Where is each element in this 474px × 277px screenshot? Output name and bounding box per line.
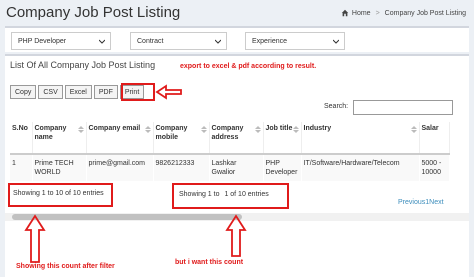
column-header-label: Job title xyxy=(265,125,293,132)
column-header-salary[interactable]: Salar xyxy=(419,122,450,155)
filter-bar: PHP Developer Contract Experience xyxy=(5,26,469,52)
column-header-label: Company name xyxy=(34,125,67,141)
cell-sno: 1 xyxy=(10,154,33,181)
table-header-row: S.No Company name Company email Company … xyxy=(10,122,450,155)
sort-icon xyxy=(292,126,299,133)
breadcrumb-separator: > xyxy=(375,9,380,17)
column-header-label: Company address xyxy=(211,125,244,141)
column-header-label: Salar xyxy=(421,125,439,132)
job-table: S.No Company name Company email Company … xyxy=(10,122,450,181)
export-annotation: export to excel & pdf according to resul… xyxy=(180,63,317,70)
sort-icon xyxy=(144,126,151,133)
breadcrumb-current: Company Job Post Listing xyxy=(384,9,466,17)
cell-company-mobile: 9826212333 xyxy=(153,154,210,181)
breadcrumb: Home > Company Job Post Listing xyxy=(341,9,466,17)
column-header-company-name[interactable]: Company name xyxy=(32,122,87,155)
column-header-company-email[interactable]: Company email xyxy=(86,122,154,155)
search-label: Search: xyxy=(324,103,349,110)
page-title: Company Job Post Listing xyxy=(6,4,181,21)
annotation-left: Showing this count after filter xyxy=(16,263,115,270)
sort-icon xyxy=(254,126,261,133)
column-header-sno[interactable]: S.No xyxy=(10,122,33,155)
excel-button[interactable]: Excel xyxy=(64,85,92,99)
home-icon xyxy=(341,9,349,17)
breadcrumb-home-link[interactable]: Home xyxy=(352,10,371,17)
column-header-label: S.No xyxy=(12,125,28,132)
panel-title: List Of All Company Job Post Listing xyxy=(10,60,156,70)
table-info-desired: Showing 1 to 1 of 10 entries xyxy=(172,183,289,209)
search-input[interactable] xyxy=(353,100,453,115)
table-info-right-prefix: Showing 1 to xyxy=(179,191,220,198)
table-info-right-suffix: 1 of 10 entries xyxy=(224,191,269,198)
type-select[interactable]: Contract xyxy=(130,32,227,50)
copy-button[interactable]: Copy xyxy=(10,85,37,99)
pagination-previous[interactable]: Previous xyxy=(398,199,425,206)
arrow-up-annotation-icon xyxy=(24,214,46,263)
cell-company-email: prime@gmail.com xyxy=(86,154,154,181)
sort-icon xyxy=(410,126,417,133)
chevron-down-icon xyxy=(215,39,221,44)
annotation-right: but i want this count xyxy=(175,259,244,266)
pdf-button[interactable]: PDF xyxy=(93,85,118,99)
role-select[interactable]: PHP Developer xyxy=(11,32,111,50)
print-highlight-box xyxy=(121,83,155,101)
pagination-next[interactable]: Next xyxy=(429,199,443,206)
arrow-up-annotation-icon xyxy=(225,214,247,257)
cell-salary: 5000 - 10000 xyxy=(419,154,450,181)
pagination: Previous1Next xyxy=(398,199,444,206)
table-info-filtered: Showing 1 to 10 of 10 entries xyxy=(8,183,113,207)
role-select-value: PHP Developer xyxy=(18,38,67,45)
experience-select[interactable]: Experience xyxy=(245,32,345,50)
cell-industry: IT/Software/Hardware/Telecom xyxy=(301,154,420,181)
experience-select-value: Experience xyxy=(252,38,288,45)
table-row: 1 Prime TECH WORLD prime@gmail.com 98262… xyxy=(10,154,450,181)
type-select-value: Contract xyxy=(137,38,164,45)
column-header-label: Industry xyxy=(303,125,332,132)
column-header-company-address[interactable]: Company address xyxy=(209,122,264,155)
column-header-label: Company mobile xyxy=(155,125,188,141)
sort-icon xyxy=(200,126,207,133)
column-header-industry[interactable]: Industry xyxy=(301,122,420,155)
chevron-down-icon xyxy=(333,39,339,44)
cell-company-name: Prime TECH WORLD xyxy=(32,154,87,181)
job-listing-panel: List Of All Company Job Post Listing exp… xyxy=(5,54,469,277)
csv-button[interactable]: CSV xyxy=(38,85,63,99)
arrow-left-annotation-icon xyxy=(155,84,182,100)
scrollbar-thumb[interactable] xyxy=(12,214,242,220)
table-info-left-text: Showing 1 to 10 of 10 entries xyxy=(13,190,104,197)
chevron-down-icon xyxy=(99,39,105,44)
column-header-label: Company email xyxy=(88,125,141,132)
cell-company-address: Lashkar Gwalior xyxy=(209,154,264,181)
column-header-company-mobile[interactable]: Company mobile xyxy=(153,122,210,155)
cell-job-title: PHP Developer xyxy=(263,154,302,181)
column-header-job-title[interactable]: Job title xyxy=(263,122,302,155)
sort-icon xyxy=(77,126,84,133)
